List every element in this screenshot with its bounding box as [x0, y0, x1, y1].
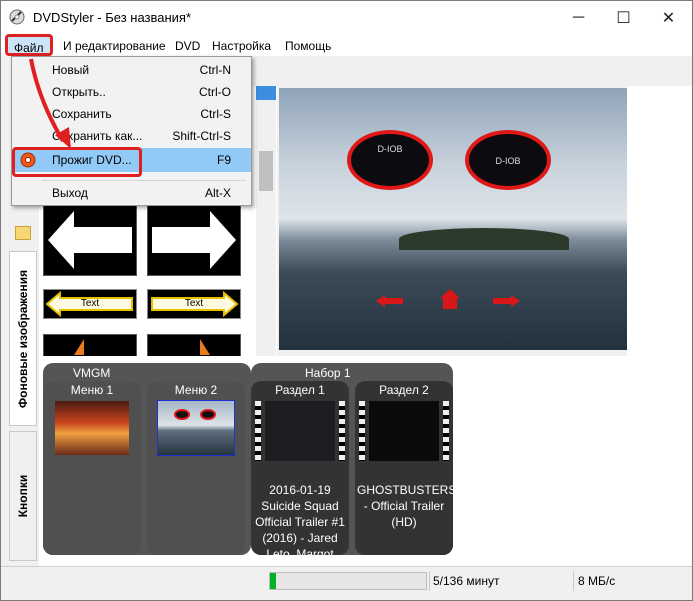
- arrow-right-thumbnail[interactable]: [147, 204, 241, 276]
- film-strip-left: [359, 401, 365, 461]
- film-strip-right: [443, 401, 449, 461]
- text-button-label-2: Text: [184, 298, 204, 309]
- menu-item-open-shortcut: Ctrl-O: [199, 85, 231, 99]
- menu-1-tile[interactable]: Меню 1: [43, 381, 141, 555]
- titleset-manager: VMGM Набор 1 Меню 1 Меню 2 Раздел 1 2016…: [39, 356, 692, 593]
- orange-arrow-thumbnail-1[interactable]: [43, 334, 137, 356]
- oval-2-text: D-IOB: [495, 156, 521, 166]
- vmgm-label: VMGM: [73, 366, 111, 380]
- menu-item-new[interactable]: Новый Ctrl-N: [12, 59, 251, 81]
- menu-item-save-as[interactable]: Сохранить как... Shift-Ctrl-S: [12, 125, 251, 147]
- menu-preview-canvas[interactable]: D-IOB D-IOB: [279, 88, 627, 350]
- preview-margin: [627, 86, 692, 356]
- menu-item-save-as-label: Сохранить как...: [52, 129, 143, 143]
- arrow-left-thumbnail[interactable]: [43, 204, 137, 276]
- oval-1-text: D-IOB: [377, 144, 403, 154]
- menu-item-save-label: Сохранить: [52, 107, 112, 121]
- menu-settings[interactable]: Настройка: [212, 37, 271, 55]
- scroll-highlight: [256, 86, 276, 100]
- chapter-2-text: GHOSTBUSTERS - Official Trailer (HD): [357, 483, 457, 529]
- arrow-right-icon: [152, 211, 236, 269]
- close-button[interactable]: ✕: [646, 1, 691, 34]
- tab-buttons-label: Кнопки: [16, 474, 30, 518]
- bitrate-text: 8 МБ/с: [578, 574, 616, 588]
- chapter-2-tile[interactable]: Раздел 2 GHOSTBUSTERS - Official Trailer…: [355, 381, 457, 555]
- thumb-oval-2: [200, 409, 216, 420]
- thumbnail-scrollbar[interactable]: [256, 86, 276, 356]
- menu-dvd[interactable]: DVD: [175, 37, 200, 55]
- text-arrow-right-thumbnail[interactable]: Text: [147, 289, 241, 319]
- menu-item-save[interactable]: Сохранить Ctrl-S: [12, 103, 251, 125]
- status-bar: 5/136 минут 8 МБ/с: [1, 566, 692, 600]
- menu-1-thumbnail: [55, 401, 129, 455]
- menu-item-new-label: Новый: [52, 63, 90, 77]
- thumb-oval-1: [174, 409, 190, 420]
- orange-arrow-thumbnail-2[interactable]: [147, 334, 241, 356]
- status-separator: [429, 571, 430, 591]
- island-image: [399, 228, 569, 250]
- sea-background-image: [279, 88, 627, 350]
- nav-left-arrow-icon[interactable]: [375, 294, 405, 308]
- titleset-1-label: Набор 1: [305, 366, 351, 380]
- menu-item-exit[interactable]: Выход Alt-X: [12, 182, 251, 204]
- close-icon: ✕: [661, 9, 676, 27]
- menu-item-exit-label: Выход: [52, 186, 88, 200]
- dvdstyler-app-icon: [9, 9, 25, 25]
- film-strip-right: [339, 401, 345, 461]
- menu-2-tile[interactable]: Меню 2: [147, 381, 245, 555]
- file-menu-dropdown: Новый Ctrl-N Открыть.. Ctrl-O Сохранить …: [11, 56, 252, 206]
- text-arrow-left-thumbnail[interactable]: Text: [43, 289, 137, 319]
- duration-text: 5/136 минут: [433, 574, 500, 588]
- arrow-left-icon: [48, 211, 132, 269]
- chapter-2-thumbnail: [369, 401, 439, 461]
- menu-item-open[interactable]: Открыть.. Ctrl-O: [12, 81, 251, 103]
- menu-item-save-shortcut: Ctrl-S: [200, 107, 231, 121]
- orange-arrow-icon: [200, 339, 210, 355]
- menu-2-label: Меню 2: [174, 383, 218, 397]
- orange-arrow-icon: [74, 339, 84, 355]
- menu-separator: [42, 180, 246, 181]
- menu-2-thumbnail: [157, 400, 235, 456]
- menu-item-save-as-shortcut: Shift-Ctrl-S: [172, 129, 231, 143]
- nav-home-icon[interactable]: [439, 288, 461, 310]
- chapter-1-tile[interactable]: Раздел 1 2016-01-19 Suicide Squad Offici…: [251, 381, 349, 593]
- app-window: DVDStyler - Без названия* ─ ☐ ✕ Файл И р…: [0, 0, 693, 601]
- menu-button-oval-2[interactable]: D-IOB: [465, 130, 551, 190]
- tab-backgrounds-label: Фоновые изображения: [16, 269, 30, 408]
- disc-usage-progress: [269, 572, 427, 590]
- scroll-thumb[interactable]: [259, 151, 273, 191]
- menu-help[interactable]: Помощь: [285, 37, 331, 55]
- minimize-icon: ─: [572, 8, 585, 26]
- menu-item-exit-shortcut: Alt-X: [204, 186, 231, 200]
- film-strip-left: [255, 401, 261, 461]
- burn-red-highlight: [12, 147, 142, 177]
- tab-buttons[interactable]: Кнопки: [9, 431, 37, 561]
- menu-button-oval-1[interactable]: D-IOB: [347, 130, 433, 190]
- menu-1-label: Меню 1: [70, 383, 114, 397]
- maximize-icon: ☐: [616, 9, 631, 27]
- progress-fill: [270, 573, 277, 589]
- maximize-button[interactable]: ☐: [601, 1, 646, 34]
- nav-right-arrow-icon[interactable]: [491, 294, 521, 308]
- window-title: DVDStyler - Без названия*: [33, 10, 192, 25]
- menu-item-new-shortcut: Ctrl-N: [199, 63, 231, 77]
- text-button-label-1: Text: [80, 298, 100, 309]
- chapter-2-label: Раздел 2: [379, 383, 429, 397]
- chapter-1-label: Раздел 1: [275, 383, 325, 397]
- chapter-1-thumbnail: [265, 401, 335, 461]
- tab-backgrounds[interactable]: Фоновые изображения: [9, 251, 37, 426]
- menu-file[interactable]: Файл: [5, 34, 53, 56]
- title-bar: DVDStyler - Без названия* ─ ☐ ✕: [1, 1, 692, 34]
- menu-item-burn-dvd-shortcut: F9: [216, 153, 231, 167]
- minimize-button[interactable]: ─: [556, 1, 601, 34]
- menu-item-open-label: Открыть..: [52, 85, 106, 99]
- folder-icon[interactable]: [15, 226, 31, 240]
- menu-bar: Файл И редактирование DVD Настройка Помо…: [1, 34, 692, 56]
- menu-edit[interactable]: И редактирование: [63, 37, 166, 55]
- status-separator: [573, 571, 574, 591]
